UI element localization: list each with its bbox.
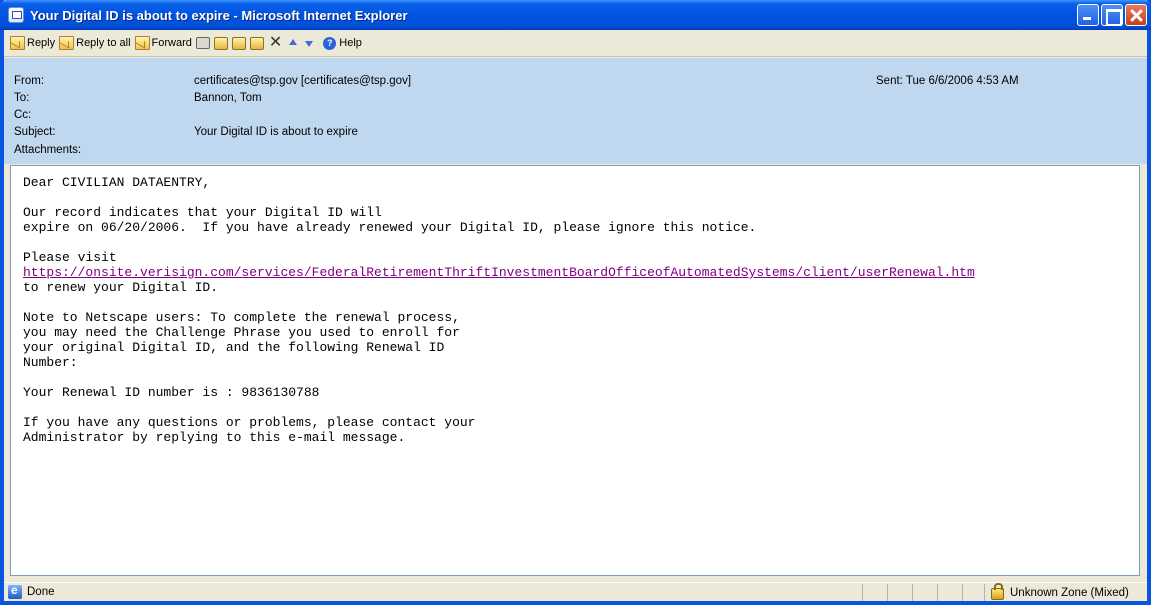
- reply-icon: [10, 36, 25, 50]
- window-title: Your Digital ID is about to expire - Mic…: [30, 7, 408, 23]
- sent-value: Tue 6/6/2006 4:53 AM: [905, 75, 1019, 87]
- to-row: To: Bannon, Tom: [14, 92, 262, 108]
- sent-field: Sent: Tue 6/6/2006 4:53 AM: [876, 75, 1019, 87]
- note-line-4: Number:: [23, 355, 78, 370]
- reply-all-label: Reply to all: [76, 37, 131, 49]
- attachments-row: Attachments:: [14, 144, 194, 160]
- from-row: From: certificates@tsp.gov [certificates…: [14, 75, 411, 91]
- status-cell: [887, 584, 912, 601]
- message-body[interactable]: Dear CIVILIAN DATAENTRY, Our record indi…: [10, 165, 1140, 576]
- renewal-link[interactable]: https://onsite.verisign.com/services/Fed…: [23, 265, 975, 280]
- open-folder-icon[interactable]: [231, 36, 246, 50]
- reply-all-icon: [59, 36, 75, 50]
- from-value: certificates@tsp.gov [certificates@tsp.g…: [194, 75, 412, 87]
- message-header: From: certificates@tsp.gov [certificates…: [4, 58, 1147, 164]
- reply-button[interactable]: Reply: [8, 33, 57, 54]
- status-text: Done: [27, 586, 55, 598]
- address-book-icon[interactable]: [249, 36, 264, 50]
- status-cell: [937, 584, 962, 601]
- note-line-3: your original Digital ID, and the follow…: [23, 340, 445, 355]
- ie-page-icon: [8, 583, 22, 599]
- title-bar[interactable]: Your Digital ID is about to expire - Mic…: [0, 0, 1151, 30]
- subject-label: Subject:: [14, 126, 56, 138]
- visit-after: to renew your Digital ID.: [23, 280, 219, 295]
- cc-label: Cc:: [14, 109, 32, 121]
- minimize-button[interactable]: [1077, 4, 1099, 26]
- ie-window: Your Digital ID is about to expire - Mic…: [0, 0, 1151, 605]
- netscape-note: Note to Netscape users: To complete the …: [23, 310, 1127, 370]
- reply-label: Reply: [27, 37, 56, 49]
- message-icon: [8, 7, 24, 23]
- to-label: To:: [14, 92, 30, 104]
- contact-line-2: Administrator by replying to this e-mail…: [23, 430, 406, 445]
- status-cells: [862, 584, 987, 601]
- sent-label: Sent:: [876, 75, 903, 87]
- contact-line-1: If you have any questions or problems, p…: [23, 415, 476, 430]
- greeting: Dear CIVILIAN DATAENTRY,: [23, 175, 211, 190]
- cc-row: Cc:: [14, 109, 194, 125]
- forward-icon: [134, 36, 150, 50]
- status-bar: Done Unknown Zone (Mixed): [4, 582, 1147, 601]
- move-to-folder-icon[interactable]: [213, 36, 228, 50]
- visit-label: Please visit: [23, 250, 117, 265]
- message-text: Dear CIVILIAN DATAENTRY, Our record indi…: [23, 175, 1127, 445]
- note-line-1: Note to Netscape users: To complete the …: [23, 310, 460, 325]
- expiry-paragraph: Our record indicates that your Digital I…: [23, 205, 1127, 235]
- zone-label: Unknown Zone (Mixed): [1010, 586, 1129, 599]
- subject-value: Your Digital ID is about to expire: [194, 126, 358, 138]
- note-line-2: you may need the Challenge Phrase you us…: [23, 325, 460, 340]
- expiry-line-1: Our record indicates that your Digital I…: [23, 205, 382, 220]
- status-cell: [862, 584, 887, 601]
- next-item-icon[interactable]: [304, 38, 314, 48]
- expiry-line-2: expire on 06/20/2006. If you have alread…: [23, 220, 757, 235]
- help-label: Help: [339, 37, 362, 49]
- help-icon: ?: [323, 36, 337, 50]
- visit-paragraph: Please visit https://onsite.verisign.com…: [23, 250, 1127, 295]
- close-button[interactable]: [1125, 4, 1147, 26]
- from-label: From:: [14, 75, 45, 87]
- lock-icon: [991, 583, 1004, 600]
- previous-item-icon[interactable]: [288, 38, 298, 48]
- help-button[interactable]: ? Help: [317, 33, 364, 54]
- renewal-id: Your Renewal ID number is : 9836130788: [23, 385, 320, 400]
- maximize-button[interactable]: [1101, 4, 1123, 26]
- contact-paragraph: If you have any questions or problems, p…: [23, 415, 1127, 445]
- status-cell: [912, 584, 937, 601]
- subject-row: Subject: Your Digital ID is about to exp…: [14, 126, 358, 142]
- window-controls: [1077, 4, 1147, 26]
- delete-icon[interactable]: ✕: [269, 35, 282, 51]
- attachments-label: Attachments:: [14, 144, 82, 156]
- forward-button[interactable]: Forward: [133, 33, 194, 54]
- forward-label: Forward: [151, 37, 192, 49]
- print-icon[interactable]: [195, 37, 210, 49]
- security-zone[interactable]: Unknown Zone (Mixed): [984, 583, 1139, 601]
- reply-all-button[interactable]: Reply to all: [57, 33, 132, 54]
- to-value: Bannon, Tom: [194, 92, 262, 104]
- toolbar: Reply Reply to all Forward ✕ ? Help: [4, 30, 1147, 57]
